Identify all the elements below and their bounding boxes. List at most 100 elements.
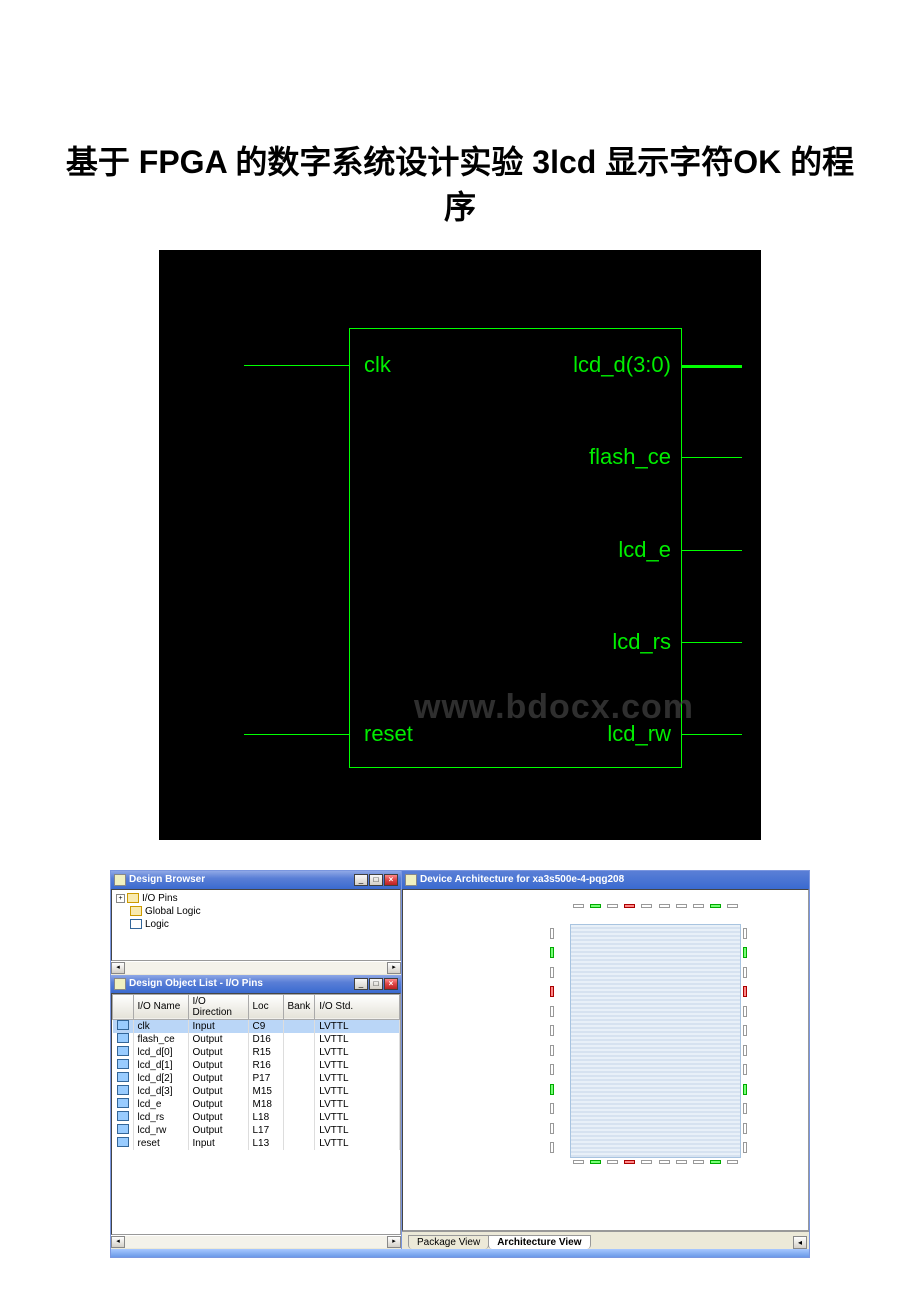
- scroll-left-button[interactable]: ◂: [111, 1236, 125, 1248]
- pin-slot: [693, 1160, 704, 1164]
- col-bank[interactable]: Bank: [283, 994, 315, 1019]
- cell-std: LVTTL: [315, 1124, 400, 1137]
- minimize-button[interactable]: _: [354, 874, 368, 886]
- port-wire-flash-ce: [682, 457, 742, 459]
- table-row[interactable]: lcd_eOutputM18LVTTL: [113, 1098, 400, 1111]
- table-row[interactable]: resetInputL13LVTTL: [113, 1137, 400, 1150]
- minimize-button[interactable]: _: [354, 978, 368, 990]
- port-label-lcd-rs: lcd_rs: [612, 629, 671, 655]
- pin-slot: [607, 904, 618, 908]
- pin-slot: [693, 904, 704, 908]
- tab-architecture-view[interactable]: Architecture View: [488, 1235, 590, 1249]
- pin-slot: [727, 904, 738, 908]
- device-view[interactable]: [402, 889, 809, 1231]
- table-row[interactable]: lcd_d[3]OutputM15LVTTL: [113, 1085, 400, 1098]
- cell-bank: [283, 1098, 315, 1111]
- expand-icon[interactable]: +: [116, 894, 125, 903]
- device-title: Device Architecture for xa3s500e-4-pqg20…: [420, 874, 806, 885]
- port-wire-clk: [244, 365, 349, 367]
- cell-dir: Output: [188, 1059, 248, 1072]
- cell-std: LVTTL: [315, 1019, 400, 1033]
- objlist-titlebar: Design Object List - I/O Pins _ □ ×: [111, 975, 401, 993]
- table-row[interactable]: lcd_d[1]OutputR16LVTTL: [113, 1059, 400, 1072]
- pin-slot: [624, 1160, 635, 1164]
- pin-slot: [710, 1160, 721, 1164]
- objlist-title: Design Object List - I/O Pins: [129, 978, 354, 989]
- cell-std: LVTTL: [315, 1072, 400, 1085]
- cell-dir: Output: [188, 1072, 248, 1085]
- col-icon[interactable]: [113, 994, 134, 1019]
- scroll-right-button[interactable]: ▸: [387, 1236, 401, 1248]
- pin-slot: [743, 1006, 747, 1017]
- tree-item[interactable]: Global Logic: [116, 905, 396, 918]
- col-std[interactable]: I/O Std.: [315, 994, 400, 1019]
- pin-slot: [743, 986, 747, 997]
- scroll-left-button[interactable]: ◂: [793, 1236, 807, 1249]
- cell-name: lcd_d[2]: [133, 1072, 188, 1085]
- pin-slot: [550, 1123, 554, 1134]
- close-button[interactable]: ×: [384, 874, 398, 886]
- pin-slot: [743, 1084, 747, 1095]
- scroll-left-button[interactable]: ◂: [111, 962, 125, 974]
- pin-bank-right: [743, 924, 761, 1158]
- tree-label: I/O Pins: [142, 893, 178, 904]
- pin-slot: [590, 1160, 601, 1164]
- cell-loc: L13: [248, 1137, 283, 1150]
- table-row[interactable]: flash_ceOutputD16LVTTL: [113, 1033, 400, 1046]
- pin-icon: [117, 1033, 129, 1043]
- maximize-button[interactable]: □: [369, 874, 383, 886]
- package-graphic: [548, 902, 763, 1180]
- cell-dir: Output: [188, 1085, 248, 1098]
- port-label-flash-ce: flash_ce: [589, 444, 671, 470]
- design-tree[interactable]: + I/O Pins Global Logic Logic: [111, 889, 401, 961]
- pin-slot: [743, 928, 747, 939]
- cell-loc: D16: [248, 1033, 283, 1046]
- table-row[interactable]: clkInputC9LVTTL: [113, 1019, 400, 1033]
- pin-slot: [607, 1160, 618, 1164]
- tree-item[interactable]: + I/O Pins: [116, 892, 396, 905]
- table-row[interactable]: lcd_d[0]OutputR15LVTTL: [113, 1046, 400, 1059]
- device-titlebar: Device Architecture for xa3s500e-4-pqg20…: [402, 871, 809, 889]
- cell-dir: Input: [188, 1137, 248, 1150]
- close-button[interactable]: ×: [384, 978, 398, 990]
- col-dir[interactable]: I/O Direction: [188, 994, 248, 1019]
- pin-slot: [573, 1160, 584, 1164]
- col-loc[interactable]: Loc: [248, 994, 283, 1019]
- logic-icon: [130, 919, 142, 929]
- cell-name: lcd_rs: [133, 1111, 188, 1124]
- cell-std: LVTTL: [315, 1085, 400, 1098]
- cell-bank: [283, 1019, 315, 1033]
- pin-slot: [550, 1064, 554, 1075]
- status-bar: [111, 1249, 809, 1257]
- tab-package-view[interactable]: Package View: [408, 1235, 489, 1249]
- watermark: www.bdocx.com: [414, 688, 694, 727]
- folder-icon: [130, 906, 142, 916]
- objlist-scrollbar[interactable]: ◂ ▸: [111, 1235, 401, 1249]
- cell-loc: M18: [248, 1098, 283, 1111]
- cell-loc: C9: [248, 1019, 283, 1033]
- col-name[interactable]: I/O Name: [133, 994, 188, 1019]
- cell-name: lcd_d[1]: [133, 1059, 188, 1072]
- table-row[interactable]: lcd_rwOutputL17LVTTL: [113, 1124, 400, 1137]
- cell-dir: Output: [188, 1111, 248, 1124]
- pin-slot: [743, 1064, 747, 1075]
- pin-slot: [573, 904, 584, 908]
- pin-slot: [727, 1160, 738, 1164]
- port-label-lcd-d: lcd_d(3:0): [573, 352, 671, 378]
- io-pins-table[interactable]: I/O Name I/O Direction Loc Bank I/O Std.…: [112, 994, 400, 1150]
- maximize-button[interactable]: □: [369, 978, 383, 990]
- cell-name: clk: [133, 1019, 188, 1033]
- scroll-track[interactable]: [125, 962, 387, 974]
- pin-slot: [641, 1160, 652, 1164]
- scroll-track[interactable]: [125, 1236, 387, 1248]
- table-row[interactable]: lcd_d[2]OutputP17LVTTL: [113, 1072, 400, 1085]
- browser-scrollbar[interactable]: ◂ ▸: [111, 961, 401, 975]
- cell-name: reset: [133, 1137, 188, 1150]
- tree-item[interactable]: Logic: [116, 918, 396, 931]
- pin-slot: [659, 904, 670, 908]
- cell-bank: [283, 1124, 315, 1137]
- table-row[interactable]: lcd_rsOutputL18LVTTL: [113, 1111, 400, 1124]
- pin-slot: [743, 1103, 747, 1114]
- port-label-clk: clk: [364, 352, 391, 378]
- scroll-right-button[interactable]: ▸: [387, 962, 401, 974]
